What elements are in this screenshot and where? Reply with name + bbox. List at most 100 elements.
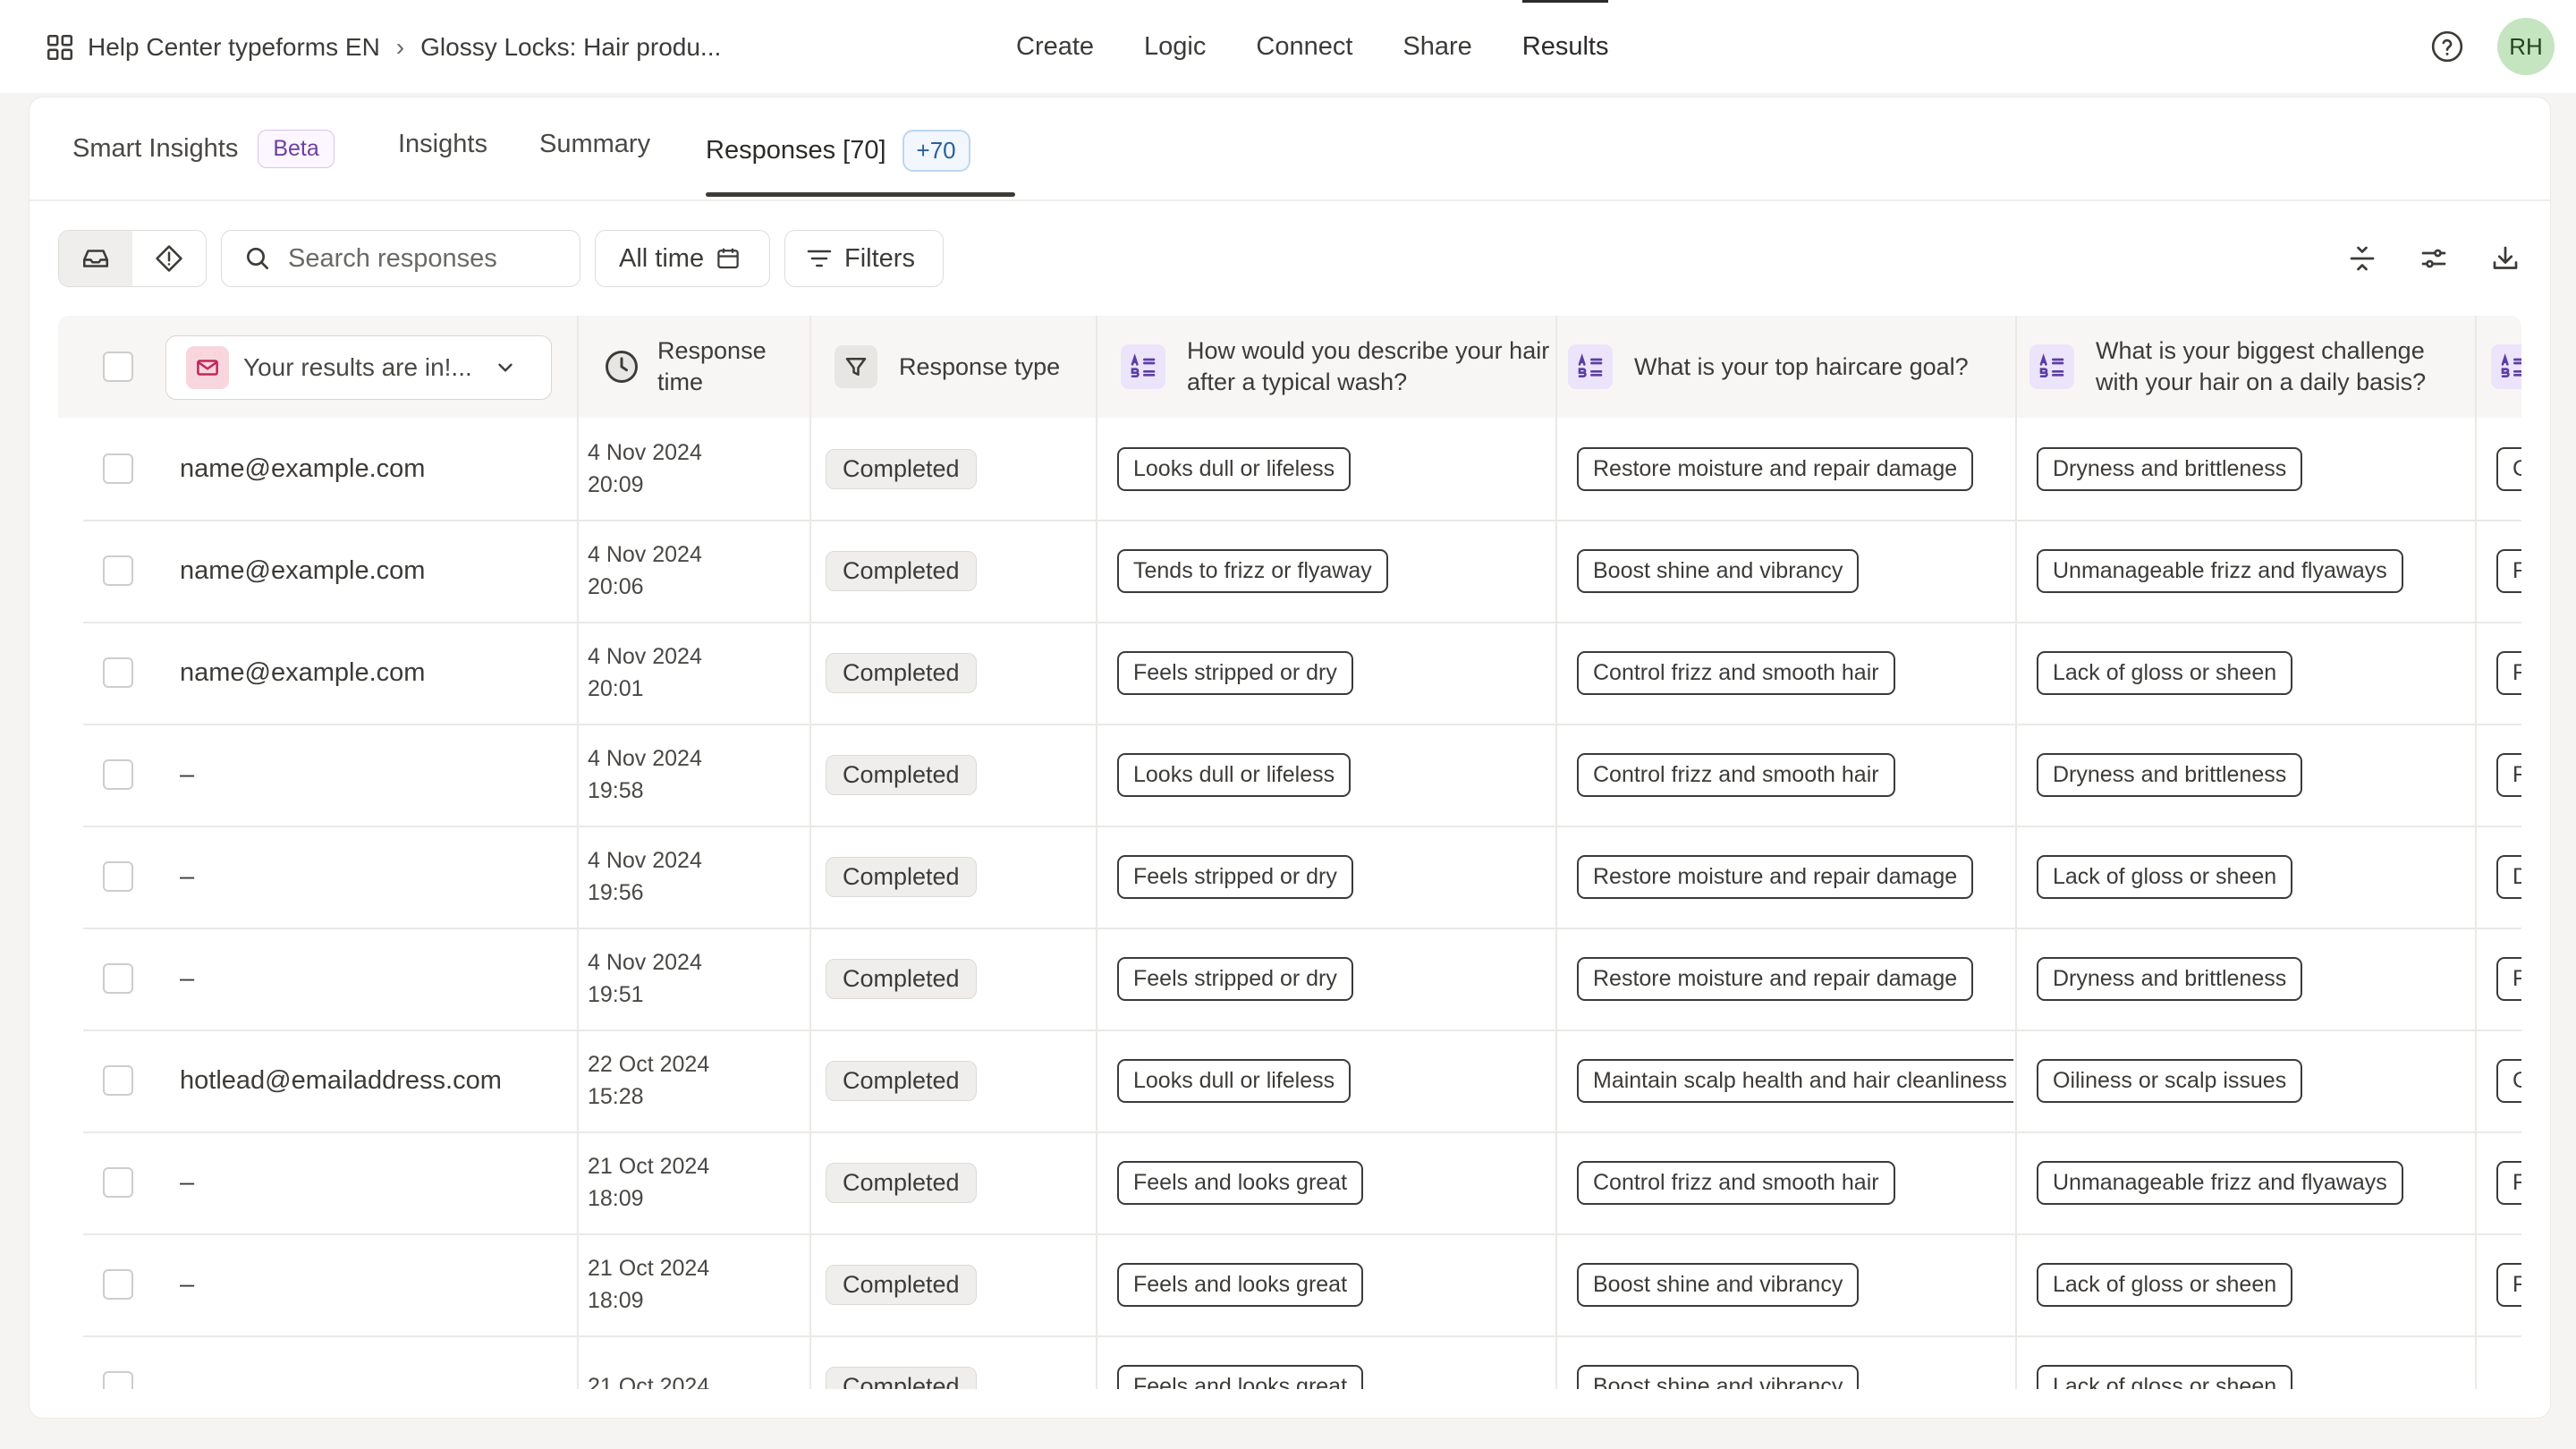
answer-chip: Lack of gloss or sheen: [2037, 650, 2293, 695]
status-badge: Completed: [826, 1366, 977, 1389]
response-time: 21 Oct 2024: [588, 1335, 709, 1389]
checkbox[interactable]: [103, 759, 133, 790]
row-checkbox[interactable]: [103, 622, 133, 724]
checkbox[interactable]: [103, 861, 133, 892]
answer-q1-cell: Feels and looks great: [1117, 1335, 1364, 1389]
search-input[interactable]: [286, 242, 558, 275]
tab-responses[interactable]: Responses [70] +70: [706, 130, 970, 172]
checkbox[interactable]: [103, 352, 133, 382]
column-select-dropdown[interactable]: Your results are in!...: [165, 335, 552, 400]
row-checkbox[interactable]: [103, 1131, 133, 1233]
checkbox[interactable]: [103, 1065, 133, 1096]
header-response-type[interactable]: Response type: [835, 316, 1103, 418]
flagged-view-button[interactable]: [132, 231, 206, 286]
help-icon[interactable]: [2429, 29, 2465, 64]
response-date: 22 Oct 2024: [588, 1052, 710, 1077]
row-checkbox[interactable]: [103, 928, 133, 1030]
response-time: 4 Nov 2024 20:06: [588, 520, 702, 622]
respondent-email: –: [180, 861, 195, 891]
checkbox[interactable]: [103, 555, 133, 586]
header-q1[interactable]: How would you describe your hair after a…: [1121, 316, 1559, 418]
row-height-button[interactable]: [2344, 241, 2380, 276]
checkbox[interactable]: [103, 1269, 133, 1300]
table-row[interactable]: name@example.com 4 Nov 2024 20:06 Completed…: [83, 520, 2521, 623]
respondent-email: –: [180, 963, 195, 993]
results-tabs: Smart Insights Beta Insights Summary Res…: [30, 97, 2550, 201]
avatar[interactable]: RH: [2497, 18, 2555, 75]
answer-q3-cell: Lack of gloss or sheen: [2037, 622, 2293, 724]
answer-chip: Lack of gloss or sheen: [2037, 1364, 2293, 1389]
table-row[interactable]: 21 Oct 2024 Completed Feels and looks grea…: [83, 1335, 2521, 1389]
nav-results[interactable]: Results: [1497, 0, 1634, 93]
nav-connect[interactable]: Connect: [1231, 0, 1377, 93]
clock-icon: [606, 351, 638, 383]
table-row[interactable]: – 4 Nov 2024 19:58 Completed Looks dull or l…: [83, 724, 2521, 827]
respondent-email: –: [180, 1269, 195, 1299]
response-type-cell: Completed: [826, 1131, 977, 1233]
row-checkbox[interactable]: [103, 826, 133, 928]
column-settings-button[interactable]: [2416, 241, 2452, 276]
table-row[interactable]: name@example.com 4 Nov 2024 20:01 Completed…: [83, 622, 2521, 725]
time-filter-label: All time: [619, 243, 705, 273]
row-checkbox[interactable]: [103, 1233, 133, 1335]
tab-summary[interactable]: Summary: [539, 130, 650, 159]
checkbox[interactable]: [103, 963, 133, 994]
status-badge: Completed: [826, 1060, 977, 1101]
header-q3[interactable]: What is your biggest challenge with your…: [2029, 316, 2468, 418]
tab-insights[interactable]: Insights: [398, 130, 487, 159]
filter-lines-icon: [807, 250, 832, 267]
checkbox[interactable]: [103, 1167, 133, 1198]
nav-share[interactable]: Share: [1377, 0, 1496, 93]
filters-button[interactable]: Filters: [784, 230, 944, 287]
table-row[interactable]: – 4 Nov 2024 19:51 Completed Feels stripped …: [83, 928, 2521, 1031]
response-clock-time: 20:01: [588, 676, 644, 701]
search-icon: [247, 248, 268, 269]
breadcrumb-form[interactable]: Glossy Locks: Hair produ...: [420, 33, 721, 62]
inbox-view-button[interactable]: [59, 231, 132, 286]
answer-q4-cell: R: [2496, 1131, 2521, 1233]
table-row[interactable]: – 4 Nov 2024 19:56 Completed Feels stripped …: [83, 826, 2521, 929]
answer-chip: Feels and looks great: [1117, 1364, 1364, 1389]
answer-q1-cell: Looks dull or lifeless: [1117, 1030, 1352, 1131]
breadcrumb-workspace[interactable]: Help Center typeforms EN: [88, 33, 380, 62]
answer-chip: C: [2496, 1058, 2521, 1103]
header-response-time[interactable]: Response time: [602, 316, 818, 418]
header-q1-label: How would you describe your hair after a…: [1187, 337, 1550, 395]
time-filter-button[interactable]: All time: [595, 230, 770, 287]
download-button[interactable]: [2487, 241, 2523, 276]
answer-chip: Looks dull or lifeless: [1117, 1058, 1352, 1103]
select-all-checkbox[interactable]: [103, 316, 133, 418]
row-checkbox[interactable]: [103, 520, 133, 622]
table-row[interactable]: name@example.com 4 Nov 2024 20:09 Completed…: [83, 418, 2521, 521]
row-checkbox[interactable]: [103, 724, 133, 826]
row-checkbox[interactable]: [103, 418, 133, 520]
header-q4[interactable]: [2491, 316, 2521, 418]
answer-q4-cell: R: [2496, 622, 2521, 724]
answer-chip: Feels and looks great: [1117, 1160, 1364, 1205]
table-row[interactable]: – 21 Oct 2024 18:09 Completed Feels and look…: [83, 1131, 2521, 1235]
answer-chip: C: [2496, 446, 2521, 491]
checkbox[interactable]: [103, 453, 133, 484]
nav-logic[interactable]: Logic: [1119, 0, 1231, 93]
answer-chip: Restore moisture and repair damage: [1577, 854, 1974, 899]
checkbox[interactable]: [103, 1371, 133, 1389]
nav-create[interactable]: Create: [991, 0, 1119, 93]
respondent-email: –: [180, 1167, 195, 1197]
tab-smart-insights[interactable]: Smart Insights Beta: [72, 130, 335, 168]
row-checkbox[interactable]: [103, 1335, 133, 1389]
answer-q1-cell: Feels stripped or dry: [1117, 622, 1353, 724]
response-type-cell: Completed: [826, 826, 977, 928]
header-q2[interactable]: What is your top haircare goal?: [1568, 316, 1997, 418]
table-row[interactable]: hotlead@emailaddress.com 22 Oct 2024 15:28…: [83, 1030, 2521, 1133]
response-time: 4 Nov 2024 20:01: [588, 622, 702, 724]
answer-q2-cell: Control frizz and smooth hair: [1577, 622, 2013, 724]
answer-chip: Lack of gloss or sheen: [2037, 1262, 2293, 1307]
row-checkbox[interactable]: [103, 1030, 133, 1131]
checkbox[interactable]: [103, 657, 133, 688]
answer-q2-cell: Restore moisture and repair damage: [1577, 928, 2013, 1030]
responses-toolbar: All time Filters: [58, 230, 2527, 289]
answer-q2-cell: Boost shine and vibrancy: [1577, 520, 2013, 622]
table-row[interactable]: – 21 Oct 2024 18:09 Completed Feels and look…: [83, 1233, 2521, 1337]
workspace-grid-icon[interactable]: [45, 32, 75, 63]
row-height-icon: [2350, 246, 2375, 271]
